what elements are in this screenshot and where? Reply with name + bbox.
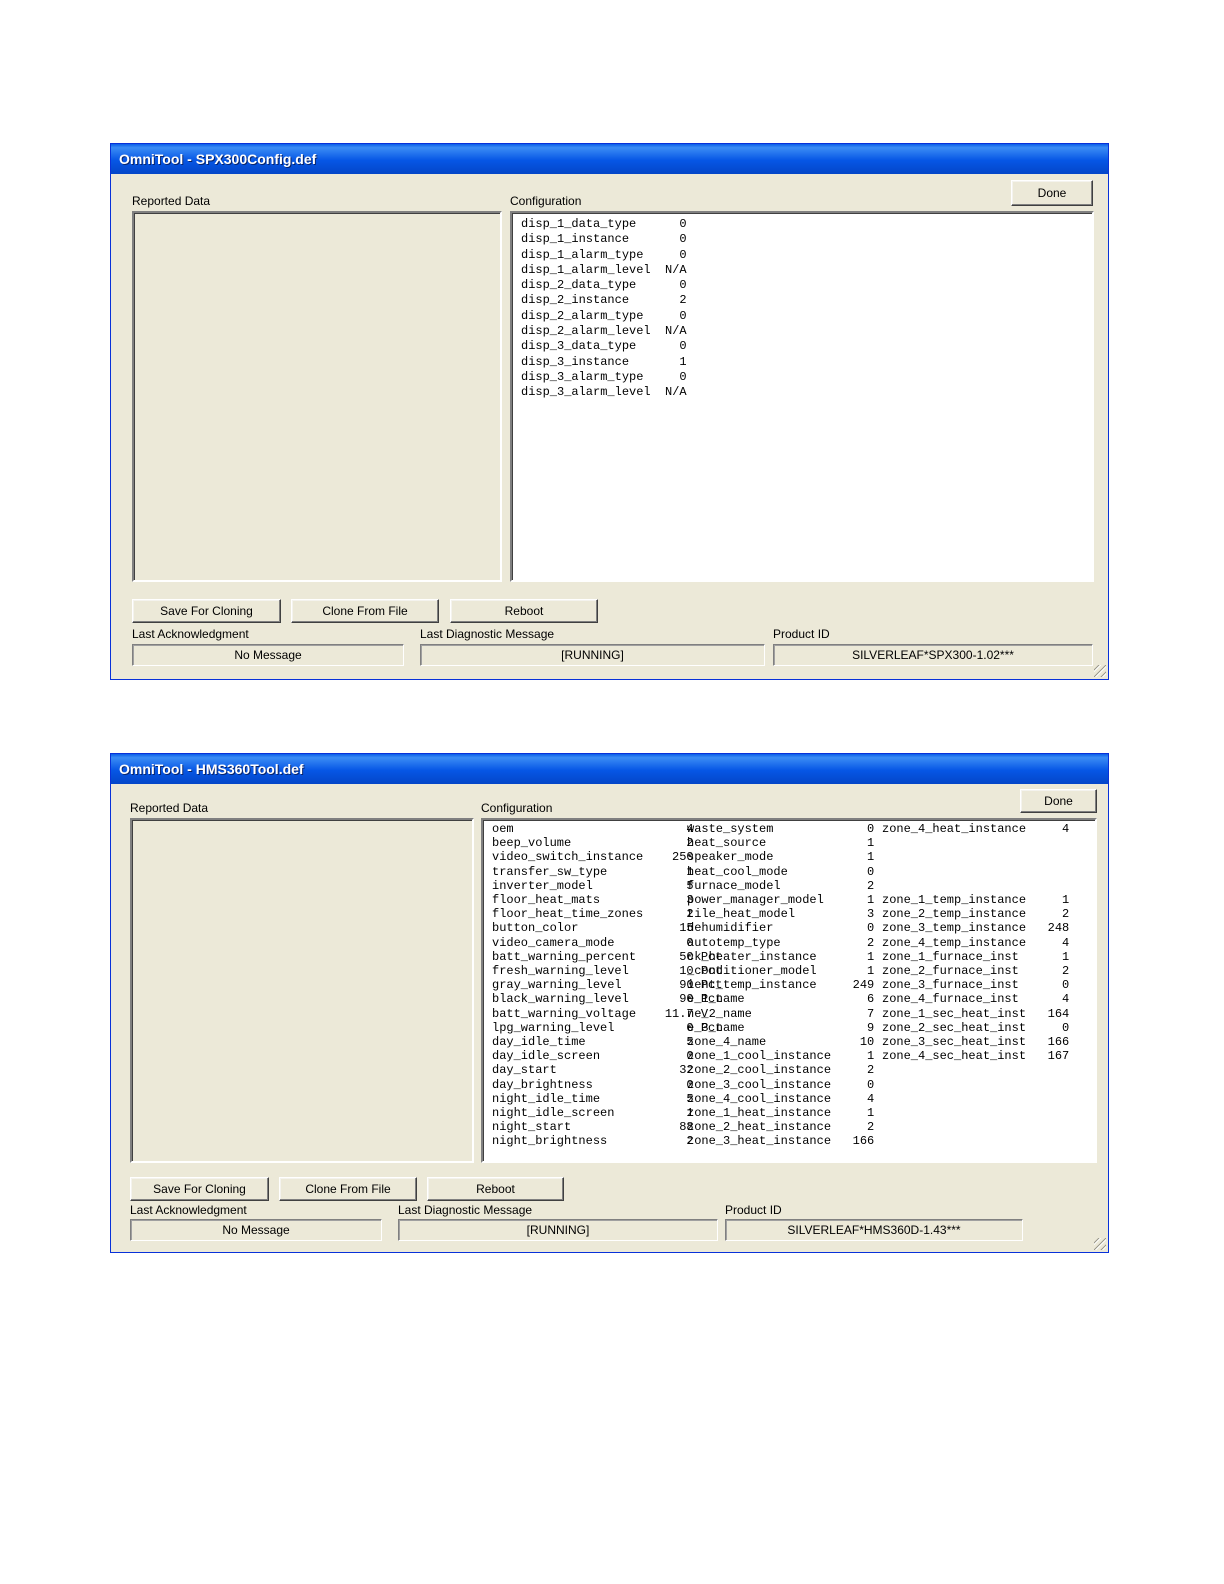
reboot-button[interactable]: Reboot: [427, 1177, 564, 1201]
clone-from-file-button[interactable]: Clone From File: [279, 1177, 417, 1201]
configuration-label: Configuration: [481, 801, 553, 815]
product-id-label: Product ID: [773, 627, 830, 641]
done-button[interactable]: Done: [1011, 180, 1093, 206]
omnitool-window-hms360: OmniTool - HMS360Tool.def Reported Data …: [110, 753, 1109, 1253]
configuration-text: disp_1_data_type 0 disp_1_instance 0 dis…: [521, 217, 687, 400]
window-title-bar[interactable]: OmniTool - SPX300Config.def: [111, 144, 1108, 174]
last-diagnostic-message-value: [RUNNING]: [398, 1219, 718, 1241]
last-diagnostic-message-value: [RUNNING]: [420, 644, 765, 666]
window-title-bar[interactable]: OmniTool - HMS360Tool.def: [111, 754, 1108, 784]
configuration-label: Configuration: [510, 194, 582, 208]
omnitool-window-spx300: OmniTool - SPX300Config.def Reported Dat…: [110, 143, 1109, 680]
resize-grip-icon[interactable]: [1094, 665, 1106, 677]
resize-grip-icon[interactable]: [1094, 1238, 1106, 1250]
configuration-column-2: waste_system 0 heat_source 1 speaker_mod…: [687, 822, 875, 1149]
last-diagnostic-message-label: Last Diagnostic Message: [398, 1203, 533, 1217]
reported-data-panel[interactable]: [130, 818, 474, 1163]
product-id-label: Product ID: [725, 1203, 782, 1217]
configuration-panel[interactable]: oem 4 beep_volume 2 video_switch_instanc…: [481, 818, 1097, 1163]
clone-from-file-button[interactable]: Clone From File: [291, 599, 439, 623]
save-for-cloning-button[interactable]: Save For Cloning: [132, 599, 281, 623]
reported-data-panel[interactable]: [132, 211, 502, 582]
last-acknowledgment-value: No Message: [132, 644, 404, 666]
last-acknowledgment-label: Last Acknowledgment: [132, 627, 249, 641]
last-diagnostic-message-label: Last Diagnostic Message: [420, 627, 555, 641]
done-button[interactable]: Done: [1020, 789, 1097, 813]
configuration-column-3: zone_4_heat_instance 4 zone_1_temp_insta…: [882, 822, 1070, 1064]
reboot-button[interactable]: Reboot: [450, 599, 598, 623]
product-id-value: SILVERLEAF*HMS360D-1.43***: [725, 1219, 1023, 1241]
configuration-panel[interactable]: disp_1_data_type 0 disp_1_instance 0 dis…: [510, 211, 1094, 582]
reported-data-label: Reported Data: [132, 194, 211, 208]
save-for-cloning-button[interactable]: Save For Cloning: [130, 1177, 269, 1201]
reported-data-label: Reported Data: [130, 801, 209, 815]
product-id-value: SILVERLEAF*SPX300-1.02***: [773, 644, 1093, 666]
last-acknowledgment-label: Last Acknowledgment: [130, 1203, 247, 1217]
last-acknowledgment-value: No Message: [130, 1219, 382, 1241]
